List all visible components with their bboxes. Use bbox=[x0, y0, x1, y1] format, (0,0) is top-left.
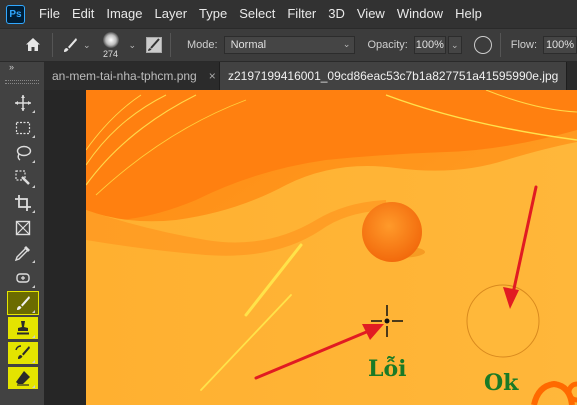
marquee-icon bbox=[15, 121, 31, 135]
blend-mode-value: Normal bbox=[230, 39, 267, 51]
canvas-image bbox=[86, 90, 577, 405]
panel-grip[interactable] bbox=[5, 80, 39, 84]
divider bbox=[499, 33, 501, 57]
eyedropper-tool[interactable] bbox=[8, 242, 38, 264]
mode-label: Mode: bbox=[187, 39, 218, 51]
collapse-panel-button[interactable]: » bbox=[0, 62, 44, 74]
marquee-tool[interactable] bbox=[8, 117, 38, 139]
tool-group-indicator bbox=[32, 185, 35, 188]
tool-group-indicator bbox=[32, 135, 35, 138]
opacity-slider-toggle[interactable]: ⌄ bbox=[447, 36, 462, 54]
tool-group-indicator bbox=[32, 210, 35, 213]
menu-type[interactable]: Type bbox=[193, 0, 233, 28]
lasso-tool[interactable] bbox=[8, 142, 38, 164]
ok-label: Ok bbox=[484, 370, 519, 396]
frame-tool[interactable] bbox=[8, 217, 38, 239]
tool-group-indicator bbox=[32, 335, 35, 338]
document-tab[interactable]: an-mem-tai-nha-tphcm.png × bbox=[44, 62, 220, 90]
tool-group-indicator bbox=[32, 110, 35, 113]
chevron-down-icon: ⌄ bbox=[82, 39, 91, 50]
options-bar: ⌄ 274 ⌄ Mode: Normal ⌄ Opacity: 100% ⌄ F… bbox=[0, 28, 577, 62]
history-brush-icon bbox=[15, 345, 30, 359]
brush-cursor-ok-preview bbox=[466, 284, 540, 358]
menu-filter[interactable]: Filter bbox=[281, 0, 322, 28]
tool-group-indicator bbox=[32, 260, 35, 263]
move-tool[interactable] bbox=[8, 92, 38, 114]
close-icon[interactable]: × bbox=[209, 69, 216, 83]
crop-icon bbox=[15, 195, 31, 211]
divider bbox=[51, 33, 53, 57]
menu-help[interactable]: Help bbox=[449, 0, 488, 28]
menu-view[interactable]: View bbox=[351, 0, 391, 28]
tool-group-indicator bbox=[32, 285, 35, 288]
document-tab-bar: an-mem-tai-nha-tphcm.png × z219719941600… bbox=[44, 62, 577, 90]
opacity-input[interactable]: 100% bbox=[413, 36, 446, 54]
menu-window[interactable]: Window bbox=[391, 0, 449, 28]
chevron-down-icon[interactable]: ⌄ bbox=[128, 40, 136, 51]
document-canvas-area[interactable]: Lỗi Ok bbox=[44, 90, 577, 405]
clone-stamp-tool[interactable] bbox=[8, 317, 38, 339]
lasso-icon bbox=[16, 145, 32, 161]
crop-tool[interactable] bbox=[8, 192, 38, 214]
opacity-label: Opacity: bbox=[367, 39, 408, 51]
tool-group-indicator bbox=[32, 160, 35, 163]
brush-size-picker[interactable]: 274 bbox=[97, 30, 125, 60]
document-tab-active[interactable]: z2197199416001_09cd86eac53c7b1a827751a41… bbox=[220, 62, 567, 90]
brush-tool[interactable] bbox=[7, 291, 39, 315]
history-brush-tool[interactable] bbox=[8, 342, 38, 364]
brush-icon bbox=[17, 296, 30, 310]
tool-group-indicator bbox=[32, 310, 35, 313]
menu-image[interactable]: Image bbox=[100, 0, 148, 28]
brush-size-value: 274 bbox=[103, 49, 119, 59]
brush-tool-preset-button[interactable]: ⌄ bbox=[61, 36, 91, 54]
flow-input[interactable]: 100% bbox=[543, 36, 577, 54]
eyedropper-icon bbox=[14, 246, 30, 262]
divider bbox=[170, 33, 172, 57]
photoshop-logo-icon[interactable]: Ps bbox=[6, 4, 25, 24]
orange-ball bbox=[362, 202, 422, 262]
eraser-tool[interactable] bbox=[8, 367, 38, 389]
menu-select[interactable]: Select bbox=[233, 0, 281, 28]
spot-healing-tool[interactable] bbox=[8, 267, 38, 289]
flow-label: Flow: bbox=[510, 39, 538, 51]
menu-edit[interactable]: Edit bbox=[66, 0, 100, 28]
tool-group-indicator bbox=[32, 385, 35, 388]
brush-icon bbox=[63, 38, 77, 52]
home-button[interactable] bbox=[22, 34, 44, 56]
menu-file[interactable]: File bbox=[33, 0, 66, 28]
pressure-opacity-icon[interactable] bbox=[473, 36, 492, 54]
tool-group-indicator bbox=[32, 360, 35, 363]
eraser-icon bbox=[16, 371, 30, 386]
frame-icon bbox=[15, 220, 31, 236]
brush-settings-panel-icon[interactable] bbox=[146, 37, 163, 53]
menu-layer[interactable]: Layer bbox=[149, 0, 194, 28]
menu-bar: Ps File Edit Image Layer Type Select Fil… bbox=[0, 0, 577, 28]
tools-panel: » bbox=[0, 62, 44, 405]
document-tab-label: an-mem-tai-nha-tphcm.png bbox=[52, 69, 197, 83]
healing-brush-icon bbox=[16, 273, 30, 283]
clone-stamp-icon bbox=[17, 321, 29, 335]
document-tab-label: z2197199416001_09cd86eac53c7b1a827751a41… bbox=[228, 69, 559, 83]
blend-mode-select[interactable]: Normal ⌄ bbox=[223, 36, 356, 54]
error-label: Lỗi bbox=[368, 356, 407, 382]
quick-select-tool[interactable] bbox=[8, 167, 38, 189]
menu-3d[interactable]: 3D bbox=[322, 0, 351, 28]
home-icon bbox=[25, 38, 40, 51]
move-icon bbox=[15, 95, 31, 111]
brush-tip-preview bbox=[102, 32, 119, 48]
quick-select-icon bbox=[15, 170, 30, 185]
chevron-down-icon: ⌄ bbox=[342, 39, 351, 49]
